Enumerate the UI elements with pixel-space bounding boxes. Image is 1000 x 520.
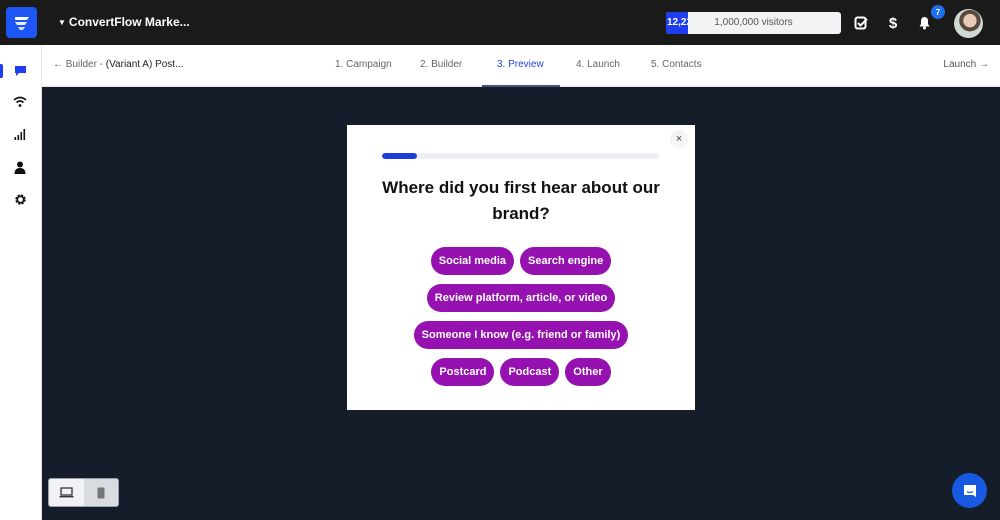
left-sidebar xyxy=(0,45,42,520)
wifi-icon xyxy=(13,96,27,107)
logo-icon xyxy=(14,16,29,30)
sidebar-item-analytics[interactable] xyxy=(11,125,29,143)
person-icon xyxy=(14,161,26,174)
visitor-usage-bar[interactable]: 1,000,000 visitors 12,22 xyxy=(666,12,841,34)
checklist-icon xyxy=(854,16,868,30)
bell-icon xyxy=(919,17,929,30)
tab-preview[interactable]: 3. Preview xyxy=(497,59,544,70)
tab-builder[interactable]: 2. Builder xyxy=(420,59,462,70)
close-button[interactable]: × xyxy=(670,130,688,148)
desktop-view-button[interactable] xyxy=(49,479,84,506)
laptop-icon xyxy=(59,487,74,498)
launch-link[interactable]: Launch → xyxy=(943,59,989,70)
user-avatar[interactable] xyxy=(954,9,983,38)
option-social-media[interactable]: Social media xyxy=(430,247,515,275)
bar-chart-icon xyxy=(14,129,26,140)
sidebar-item-settings[interactable] xyxy=(11,190,29,208)
chat-widget-button[interactable] xyxy=(952,473,987,508)
option-postcard[interactable]: Postcard xyxy=(431,358,495,386)
gear-icon xyxy=(14,193,26,205)
chat-bubble-icon xyxy=(14,66,26,76)
tab-launch[interactable]: 4. Launch xyxy=(576,59,620,70)
variant-name: (Variant A) Post... xyxy=(105,59,184,70)
answer-options: Social media Search engine Review platfo… xyxy=(377,247,665,386)
tab-campaign[interactable]: 1. Campaign xyxy=(335,59,392,70)
dollar-icon: $ xyxy=(888,14,898,32)
checklist-button[interactable] xyxy=(851,13,871,33)
sidebar-item-messages[interactable] xyxy=(11,62,29,80)
option-row: Postcard Podcast Other xyxy=(431,358,611,386)
account-name: ConvertFlow Marke... xyxy=(68,15,190,29)
visitor-used: 12,22 xyxy=(667,17,688,28)
active-indicator xyxy=(0,64,3,78)
step-navigation: ← Builder - (Variant A) Post... 1. Campa… xyxy=(42,45,1000,87)
option-podcast[interactable]: Podcast xyxy=(500,358,560,386)
phone-icon xyxy=(97,487,105,498)
sidebar-item-contacts[interactable] xyxy=(11,158,29,176)
option-review-platform[interactable]: Review platform, article, or video xyxy=(426,284,616,312)
option-row: Someone I know (e.g. friend or family) xyxy=(413,321,629,349)
survey-popup: × Where did you first hear about our bra… xyxy=(347,125,695,410)
tab-contacts[interactable]: 5. Contacts xyxy=(651,59,702,70)
option-row: Review platform, article, or video xyxy=(426,284,616,312)
survey-progress-fill xyxy=(382,153,417,159)
back-prefix: ← Builder - xyxy=(53,59,106,70)
convertflow-logo[interactable] xyxy=(6,7,37,38)
sidebar-item-broadcasts[interactable] xyxy=(11,93,29,111)
visitor-limit: 1,000,000 visitors xyxy=(714,17,793,28)
chat-icon xyxy=(963,484,976,497)
device-toggle xyxy=(48,478,119,507)
option-row: Social media Search engine xyxy=(430,247,612,275)
survey-progress-bar xyxy=(382,153,659,159)
notifications-button[interactable] xyxy=(914,13,934,33)
option-search-engine[interactable]: Search engine xyxy=(520,247,612,275)
billing-button[interactable]: $ xyxy=(883,13,903,33)
survey-question: Where did you first hear about our brand… xyxy=(382,178,660,223)
close-icon: × xyxy=(675,133,683,145)
back-to-builder-link[interactable]: ← Builder - (Variant A) Post... xyxy=(53,59,183,70)
top-bar: ▼ ConvertFlow Marke... 1,000,000 visitor… xyxy=(0,0,1000,45)
option-someone-i-know[interactable]: Someone I know (e.g. friend or family) xyxy=(413,321,629,349)
account-switcher[interactable]: ▼ ConvertFlow Marke... xyxy=(58,15,190,29)
mobile-view-button[interactable] xyxy=(83,479,118,506)
option-other[interactable]: Other xyxy=(565,358,611,386)
notification-badge: 7 xyxy=(931,5,945,19)
caret-down-icon: ▼ xyxy=(58,17,66,27)
